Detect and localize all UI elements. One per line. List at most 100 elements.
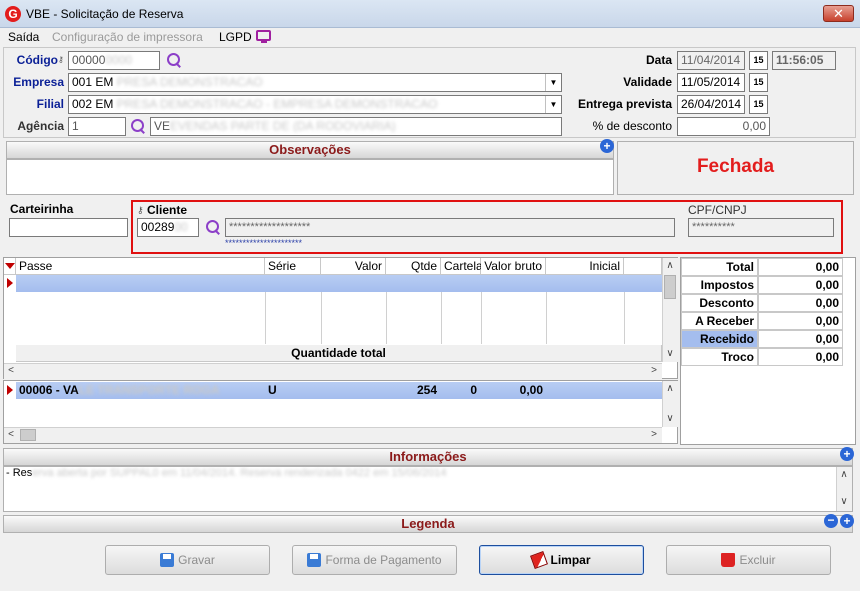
item-valor-bruto: 0,00 — [519, 383, 543, 397]
entrega-label: Entrega prevista — [577, 97, 672, 111]
row-indicator-icon — [7, 385, 13, 395]
menu-lgpd[interactable]: LGPD — [219, 28, 252, 46]
forma-pagamento-button[interactable]: Forma de Pagamento — [292, 545, 457, 575]
troco-value: 0,00 — [758, 348, 843, 366]
col-valor[interactable]: Valor — [321, 258, 386, 275]
agencia-label: Agência — [17, 119, 64, 133]
scroll-up-arrow[interactable]: ∧ — [662, 258, 678, 274]
empresa-label: Empresa — [13, 75, 64, 89]
observacoes-header: Observações — [6, 141, 614, 159]
legenda-header: Legenda — [3, 515, 853, 533]
empresa-select[interactable]: 001 EM PRESA DEMONSTRACAO ▼ — [68, 73, 562, 92]
col-inicial[interactable]: Inicial — [546, 258, 624, 275]
desconto-label: % de desconto — [592, 119, 672, 133]
calendar-icon[interactable]: 15 — [749, 73, 768, 92]
entrega-input[interactable]: 26/04/2014 — [677, 95, 745, 114]
impostos-label: Impostos — [681, 276, 758, 294]
troco-label: Troco — [681, 348, 758, 366]
data-input[interactable]: 11/04/2014 — [677, 51, 745, 70]
scroll-up-arrow[interactable]: ∧ — [662, 381, 678, 397]
zoom-in-icon[interactable]: + — [600, 139, 614, 153]
calendar-icon[interactable]: 15 — [749, 51, 768, 70]
a-receber-value: 0,00 — [758, 312, 843, 330]
cliente-name: ******************* — [225, 218, 675, 237]
col-passe[interactable]: Passe — [16, 258, 265, 275]
cliente-label: Cliente — [147, 203, 188, 217]
sort-arrow-icon — [5, 263, 15, 269]
agencia-input[interactable]: 1 — [68, 117, 126, 136]
save-icon — [307, 552, 322, 567]
codigo-input[interactable]: 000000000 — [68, 51, 160, 70]
filial-label: Filial — [36, 97, 64, 111]
zoom-in-icon[interactable]: + — [840, 514, 854, 528]
gravar-button[interactable]: Gravar — [105, 545, 270, 575]
scroll-left-arrow[interactable]: < — [4, 363, 18, 379]
agencia-desc: VEEVENDAS PARTE DE (DA RODOVIARIA) — [150, 117, 562, 136]
trash-icon — [721, 552, 736, 567]
calendar-icon[interactable]: 15 — [749, 95, 768, 114]
item-qtde: 254 — [416, 383, 437, 397]
validade-input[interactable]: 11/05/2014 — [677, 73, 745, 92]
search-icon[interactable] — [166, 52, 182, 68]
observacoes-textarea[interactable] — [6, 159, 614, 195]
carteirinha-input[interactable] — [9, 218, 128, 237]
menu-saida[interactable]: Saída — [8, 28, 39, 46]
col-serie[interactable]: Série — [265, 258, 321, 275]
limpar-button[interactable]: Limpar — [479, 545, 644, 575]
validade-label: Validade — [623, 75, 672, 89]
item-cartela: 0 — [470, 383, 477, 397]
chevron-down-icon[interactable]: ▼ — [545, 96, 561, 113]
search-icon[interactable] — [205, 219, 221, 235]
chevron-down-icon[interactable]: ▼ — [545, 74, 561, 91]
recebido-label: Recebido — [681, 330, 758, 348]
app-logo-icon: G — [5, 6, 21, 22]
scroll-right-arrow[interactable]: > — [647, 363, 661, 379]
col-cartela[interactable]: Cartela — [441, 258, 483, 275]
time-display: 11:56:05 — [772, 51, 836, 70]
row-indicator-icon — [7, 278, 13, 288]
informacoes-text: - Reserva aberta por SUPPAL0 em 11/04/20… — [6, 467, 447, 479]
eraser-icon — [530, 550, 549, 569]
cliente-subtext: ********************** — [225, 238, 303, 248]
carteirinha-label: Carteirinha — [10, 202, 74, 216]
item-code: 00006 - VALE TRANSPORTE ROGA — [19, 383, 220, 397]
impostos-value: 0,00 — [758, 276, 843, 294]
scroll-thumb[interactable] — [664, 275, 676, 299]
menu-configuracao-impressora[interactable]: Configuração de impressora — [52, 28, 203, 46]
total-value: 0,00 — [758, 258, 843, 276]
scroll-down-arrow[interactable]: ∨ — [662, 411, 678, 427]
status-badge: Fechada — [617, 141, 854, 195]
scrollbar-horizontal[interactable] — [4, 363, 662, 379]
zoom-in-icon[interactable]: + — [840, 447, 854, 461]
window-title: VBE - Solicitação de Reserva — [26, 7, 184, 21]
footer-quantidade-total: Quantidade total — [16, 345, 662, 362]
desconto-total-label: Desconto — [681, 294, 758, 312]
col-extra — [624, 258, 662, 275]
save-icon — [160, 552, 175, 567]
recebido-value[interactable]: 0,00 — [758, 330, 843, 348]
col-valor-bruto[interactable]: Valor bruto — [481, 258, 546, 275]
a-receber-label: A Receber — [681, 312, 758, 330]
excluir-button[interactable]: Excluir — [666, 545, 831, 575]
table-row[interactable] — [16, 275, 662, 292]
col-qtde[interactable]: Qtde — [386, 258, 441, 275]
key-icon: ⚷ — [58, 55, 64, 64]
scroll-down-arrow[interactable]: ∨ — [836, 494, 852, 510]
scroll-right-arrow[interactable]: > — [647, 427, 661, 443]
filial-select[interactable]: 002 EM PRESA DEMONSTRACAO - EMPRESA DEMO… — [68, 95, 562, 114]
data-label: Data — [645, 53, 672, 67]
search-icon[interactable] — [130, 118, 146, 134]
scroll-thumb[interactable] — [20, 429, 36, 441]
scroll-down-arrow[interactable]: ∨ — [662, 346, 678, 362]
zoom-out-icon[interactable]: − — [824, 514, 838, 528]
informacoes-header: Informações — [3, 448, 853, 466]
scroll-left-arrow[interactable]: < — [4, 427, 18, 443]
close-button[interactable]: ✕ — [823, 5, 854, 22]
item-serie: U — [268, 383, 277, 397]
desconto-input[interactable]: 0,00 — [677, 117, 770, 136]
key-icon: ⚷ — [137, 205, 144, 215]
scroll-up-arrow[interactable]: ∧ — [836, 467, 852, 483]
monitor-icon[interactable] — [256, 30, 271, 43]
scrollbar-horizontal[interactable] — [4, 427, 662, 443]
cliente-code-input[interactable]: 0028900 — [137, 218, 199, 237]
